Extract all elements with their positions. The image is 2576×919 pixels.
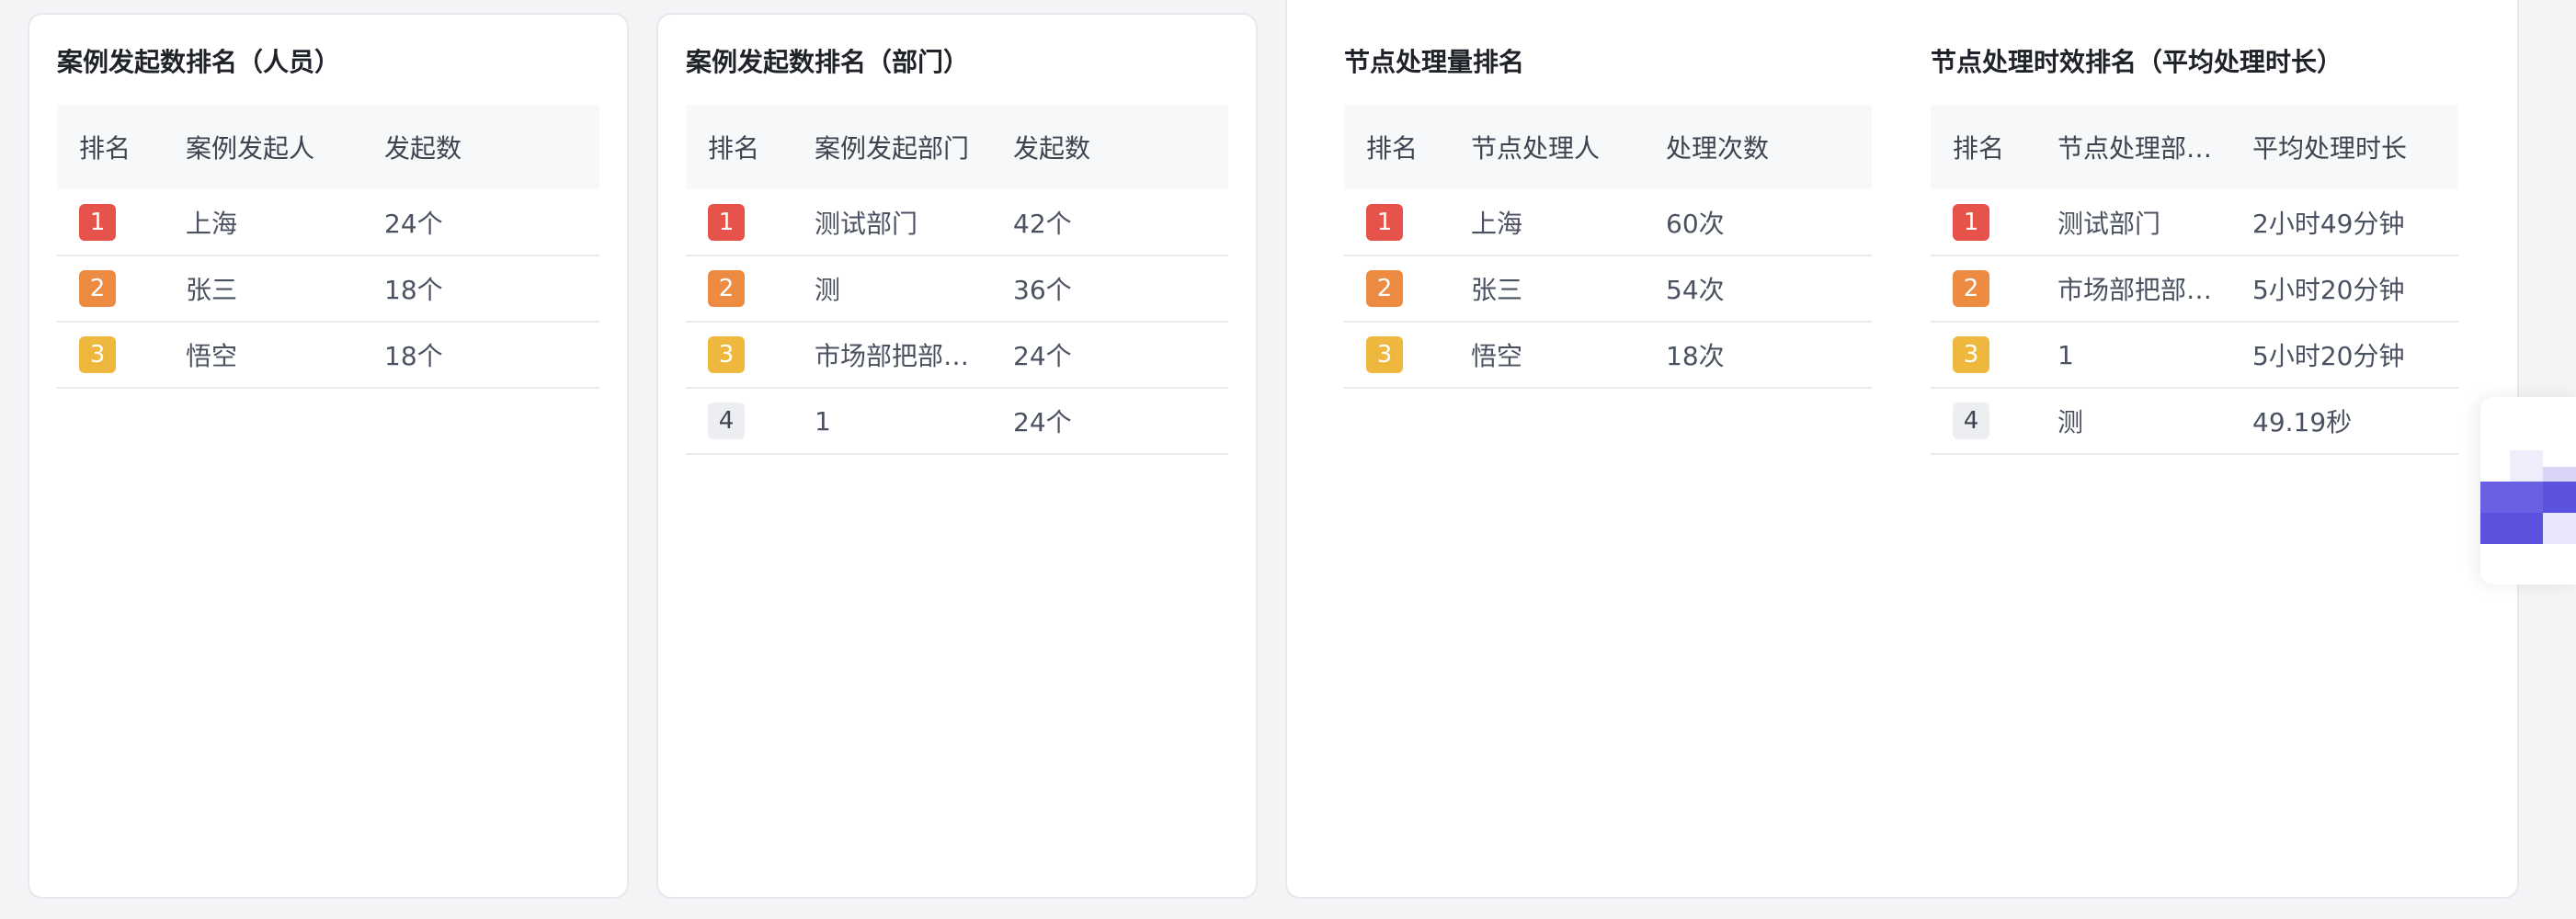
column-header-value[interactable]: 发起数 bbox=[384, 105, 599, 189]
rank-badge: 4 bbox=[1953, 403, 1989, 439]
rank-cell: 2 bbox=[1344, 255, 1471, 323]
rank-cell: 3 bbox=[1344, 322, 1471, 389]
name-cell: 悟空 bbox=[1471, 322, 1666, 389]
rank-cell: 4 bbox=[1931, 388, 2057, 455]
rank-cell: 1 bbox=[686, 189, 815, 256]
name-cell: 测试部门 bbox=[815, 189, 1013, 256]
table-row[interactable]: 3 悟空 18次 bbox=[1344, 322, 1872, 389]
pixel-logo-icon bbox=[2480, 434, 2576, 548]
rank-badge: 1 bbox=[708, 203, 745, 241]
column-header-value[interactable]: 处理次数 bbox=[1666, 105, 1872, 189]
value-cell: 24个 bbox=[1013, 388, 1228, 455]
value-cell: 5小时20分钟 bbox=[2252, 322, 2458, 389]
value-cell: 49.19秒 bbox=[2252, 388, 2458, 455]
value-cell: 18个 bbox=[384, 322, 599, 389]
rank-cell: 2 bbox=[57, 255, 186, 323]
rank-badge: 3 bbox=[1953, 336, 1989, 373]
table-header-row: 排名 案例发起人 发起数 bbox=[57, 105, 599, 189]
column-header-value[interactable]: 发起数 bbox=[1013, 105, 1228, 189]
name-cell: 市场部把部… bbox=[815, 322, 1013, 389]
ranking-table: 排名 案例发起部门 发起数 1 测试部门 42个 2 测 36个 3 市场部把部… bbox=[686, 105, 1228, 455]
table-header-row: 排名 案例发起部门 发起数 bbox=[686, 105, 1228, 189]
value-cell: 24个 bbox=[1013, 322, 1228, 389]
table-row[interactable]: 4 测 49.19秒 bbox=[1931, 388, 2458, 455]
table-header-row: 排名 节点处理人 处理次数 bbox=[1344, 105, 1872, 189]
table-row[interactable]: 2 张三 54次 bbox=[1344, 255, 1872, 323]
column-header-rank[interactable]: 排名 bbox=[1344, 105, 1471, 189]
name-cell: 上海 bbox=[1471, 189, 1666, 256]
value-cell: 60次 bbox=[1666, 189, 1872, 256]
value-cell: 42个 bbox=[1013, 189, 1228, 256]
table-row[interactable]: 1 测试部门 42个 bbox=[686, 189, 1228, 256]
name-cell: 市场部把部… bbox=[2057, 255, 2252, 323]
rank-badge: 2 bbox=[79, 270, 116, 307]
rank-badge: 2 bbox=[708, 270, 745, 307]
rank-badge: 1 bbox=[79, 203, 116, 241]
panel-title: 案例发起数排名（部门） bbox=[686, 47, 970, 77]
table-row[interactable]: 4 1 24个 bbox=[686, 388, 1228, 455]
table-header-row: 排名 节点处理部… 平均处理时长 bbox=[1931, 105, 2458, 189]
value-cell: 24个 bbox=[384, 189, 599, 256]
name-cell: 上海 bbox=[186, 189, 384, 256]
column-header-name[interactable]: 节点处理部… bbox=[2057, 105, 2252, 189]
name-cell: 悟空 bbox=[186, 322, 384, 389]
rank-badge: 3 bbox=[79, 336, 116, 373]
column-header-value[interactable]: 平均处理时长 bbox=[2252, 105, 2458, 189]
column-header-rank[interactable]: 排名 bbox=[57, 105, 186, 189]
ranking-table: 排名 节点处理部… 平均处理时长 1 测试部门 2小时49分钟 2 市场部把部…… bbox=[1931, 105, 2458, 455]
ranking-table: 排名 节点处理人 处理次数 1 上海 60次 2 张三 54次 3 悟空 18次 bbox=[1344, 105, 1872, 389]
rank-cell: 1 bbox=[1931, 189, 2057, 256]
column-header-rank[interactable]: 排名 bbox=[1931, 105, 2057, 189]
rank-cell: 3 bbox=[1931, 322, 2057, 389]
value-cell: 2小时49分钟 bbox=[2252, 189, 2458, 256]
table-row[interactable]: 1 测试部门 2小时49分钟 bbox=[1931, 189, 2458, 256]
table-row[interactable]: 3 悟空 18个 bbox=[57, 322, 599, 389]
rank-badge: 2 bbox=[1953, 270, 1989, 307]
rank-cell: 2 bbox=[1931, 255, 2057, 323]
value-cell: 54次 bbox=[1666, 255, 1872, 323]
name-cell: 张三 bbox=[186, 255, 384, 323]
panel-title: 节点处理时效排名（平均处理时长） bbox=[1931, 47, 2343, 77]
table-row[interactable]: 1 上海 60次 bbox=[1344, 189, 1872, 256]
panel-title: 节点处理量排名 bbox=[1344, 47, 1525, 77]
panel-title: 案例发起数排名（人员） bbox=[57, 47, 341, 77]
name-cell: 测 bbox=[2057, 388, 2252, 455]
rank-badge: 2 bbox=[1366, 270, 1403, 307]
table-row[interactable]: 1 上海 24个 bbox=[57, 189, 599, 256]
table-row[interactable]: 3 市场部把部… 24个 bbox=[686, 322, 1228, 389]
rank-badge: 1 bbox=[1366, 203, 1403, 241]
name-cell: 测 bbox=[815, 255, 1013, 323]
rank-badge: 1 bbox=[1953, 203, 1989, 241]
table-row[interactable]: 2 测 36个 bbox=[686, 255, 1228, 323]
rank-cell: 1 bbox=[57, 189, 186, 256]
table-row[interactable]: 2 张三 18个 bbox=[57, 255, 599, 323]
value-cell: 18个 bbox=[384, 255, 599, 323]
rank-cell: 1 bbox=[1344, 189, 1471, 256]
rank-badge: 3 bbox=[708, 336, 745, 373]
name-cell: 1 bbox=[2057, 322, 2252, 389]
column-header-rank[interactable]: 排名 bbox=[686, 105, 815, 189]
column-header-name[interactable]: 节点处理人 bbox=[1471, 105, 1666, 189]
name-cell: 测试部门 bbox=[2057, 189, 2252, 256]
rank-cell: 4 bbox=[686, 388, 815, 455]
value-cell: 18次 bbox=[1666, 322, 1872, 389]
table-row[interactable]: 3 1 5小时20分钟 bbox=[1931, 322, 2458, 389]
value-cell: 5小时20分钟 bbox=[2252, 255, 2458, 323]
floating-assistant-button[interactable] bbox=[2480, 397, 2576, 584]
column-header-name[interactable]: 案例发起人 bbox=[186, 105, 384, 189]
table-row[interactable]: 2 市场部把部… 5小时20分钟 bbox=[1931, 255, 2458, 323]
rank-cell: 2 bbox=[686, 255, 815, 323]
rank-badge: 3 bbox=[1366, 336, 1403, 373]
rank-cell: 3 bbox=[686, 322, 815, 389]
rank-cell: 3 bbox=[57, 322, 186, 389]
column-header-name[interactable]: 案例发起部门 bbox=[815, 105, 1013, 189]
ranking-table: 排名 案例发起人 发起数 1 上海 24个 2 张三 18个 3 悟空 18个 bbox=[57, 105, 599, 389]
value-cell: 36个 bbox=[1013, 255, 1228, 323]
name-cell: 1 bbox=[815, 388, 1013, 455]
rank-badge: 4 bbox=[708, 403, 745, 439]
name-cell: 张三 bbox=[1471, 255, 1666, 323]
